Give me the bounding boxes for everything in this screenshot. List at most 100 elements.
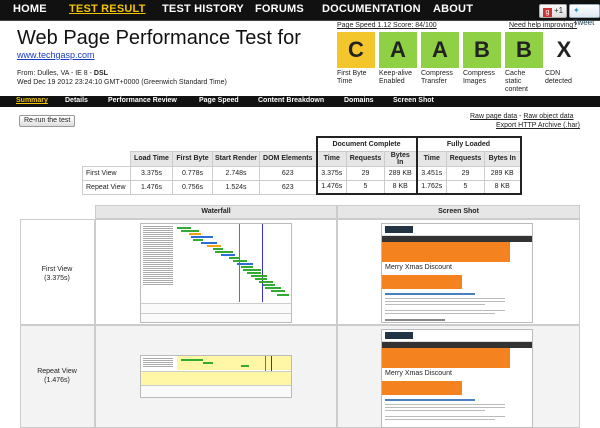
tab-summary[interactable]: Summary	[16, 97, 48, 104]
page-title: Web Page Performance Test for	[17, 27, 301, 49]
rerun-test-button[interactable]: Re-run the test	[19, 115, 76, 127]
table-cell: 289 KB	[484, 165, 522, 181]
screenshot-header: Screen Shot	[337, 205, 580, 219]
col-full-time: Time	[415, 150, 447, 167]
need-help-link[interactable]: Need help improving?	[509, 22, 577, 29]
nav-home[interactable]: HOME	[13, 3, 47, 15]
grade-label-cdn: CDN detected	[545, 70, 572, 85]
table-cell: 5	[446, 179, 485, 195]
col-first-byte: First Byte	[172, 150, 213, 167]
repeat-view-label: Repeat View (1.476s)	[20, 367, 94, 385]
grade-label-keep-alive: Keep-alive Enabled	[379, 70, 413, 85]
table-cell: 8 KB	[484, 179, 522, 195]
waterfall-url-list	[143, 358, 173, 368]
row-label-first-view: First View	[82, 165, 131, 181]
repeat-view-title: Repeat View	[37, 368, 77, 375]
tab-page-speed[interactable]: Page Speed	[199, 97, 239, 104]
repeat-view-waterfall-thumbnail[interactable]	[140, 355, 292, 398]
tab-content-breakdown[interactable]: Content Breakdown	[258, 97, 324, 104]
top-nav: HOME TEST RESULT TEST HISTORY FORUMS DOC…	[0, 0, 600, 27]
table-cell: 2.748s	[212, 165, 260, 181]
table-row: First View 3.375s 0.778s 2.748s 623 3.37…	[82, 165, 522, 181]
first-view-title: First View	[41, 266, 73, 273]
nav-about[interactable]: ABOUT	[433, 3, 473, 15]
table-cell: 1.524s	[212, 179, 260, 195]
grade-label-compress-images: Compress Images	[463, 70, 495, 85]
tab-details[interactable]: Details	[65, 97, 88, 104]
col-doc-time: Time	[315, 150, 347, 167]
grade-first-byte[interactable]: C	[337, 32, 375, 68]
first-view-waterfall-thumbnail[interactable]	[140, 223, 292, 323]
table-cell: 0.756s	[172, 179, 213, 195]
grade-cdn[interactable]: X	[545, 32, 583, 68]
grade-label-first-byte: First Byte Time	[337, 70, 367, 85]
col-start-render: Start Render	[212, 150, 260, 167]
raw-data-links: Raw page data - Raw object data	[470, 113, 574, 120]
table-cell: 3.375s	[130, 165, 173, 181]
tab-domains[interactable]: Domains	[344, 97, 374, 104]
col-doc-requests: Requests	[346, 150, 385, 167]
from-location: Dulles, VA	[37, 70, 70, 77]
screenshot-caption: Merry Xmas Discount	[385, 370, 452, 377]
table-cell: 29	[346, 165, 385, 181]
nav-documentation[interactable]: DOCUMENTATION	[322, 3, 421, 15]
table-cell: 3.375s	[315, 165, 347, 181]
test-date: Wed Dec 19 2012 23:24:10 GMT+0000 (Green…	[17, 79, 227, 86]
table-cell: 1.476s	[130, 179, 173, 195]
table-row: Repeat View 1.476s 0.756s 1.524s 623 1.4…	[82, 179, 522, 195]
row-label-repeat-view: Repeat View	[82, 179, 131, 195]
first-view-screenshot-thumbnail[interactable]: Merry Xmas Discount	[381, 223, 533, 323]
table-cell: 1.476s	[315, 179, 347, 195]
table-cell: 623	[259, 165, 317, 181]
waterfall-header: Waterfall	[95, 205, 337, 219]
tested-site-link[interactable]: www.techgasp.com	[17, 50, 95, 60]
col-full-bytes: Bytes In	[484, 150, 522, 167]
tab-screen-shot[interactable]: Screen Shot	[393, 97, 434, 104]
grade-label-cache-static: Cache static content	[505, 70, 528, 93]
col-doc-bytes: Bytes In	[384, 150, 417, 167]
first-view-time: (3.375s)	[44, 275, 70, 282]
table-cell: 1.762s	[415, 179, 447, 195]
pagespeed-score-link[interactable]: Page Speed 1.12 Score: 84/100	[337, 22, 437, 29]
table-cell: 29	[446, 165, 485, 181]
grade-label-compress-transfer: Compress Transfer	[421, 70, 453, 85]
table-cell: 8 KB	[384, 179, 417, 195]
fully-loaded-header: Fully Loaded	[415, 136, 522, 152]
col-load-time: Load Time	[130, 150, 173, 167]
grade-keep-alive[interactable]: A	[379, 32, 417, 68]
document-complete-header: Document Complete	[315, 136, 418, 152]
raw-object-data-link[interactable]: Raw object data	[523, 113, 573, 120]
grade-compress-images[interactable]: B	[463, 32, 501, 68]
site-logo	[385, 332, 413, 339]
test-location: From: Dulles, VA - IE 8 - DSL	[17, 70, 108, 77]
tab-performance-review[interactable]: Performance Review	[108, 97, 177, 104]
waterfall-url-list	[143, 226, 173, 286]
twitter-bird-icon: ✦	[573, 6, 580, 15]
table-cell: 623	[259, 179, 317, 195]
first-view-label: First View (3.375s)	[20, 265, 94, 283]
table-cell: 0.778s	[172, 165, 213, 181]
nav-test-history[interactable]: TEST HISTORY	[162, 3, 244, 15]
export-har-link[interactable]: Export HTTP Archive (.har)	[496, 122, 580, 129]
google-plus-label: +1	[554, 6, 564, 15]
tweet-button[interactable]: ✦ Tweet	[569, 4, 600, 27]
from-prefix: From:	[17, 70, 38, 77]
google-plus-icon: g	[543, 8, 552, 17]
grade-cache-static[interactable]: B	[505, 32, 543, 68]
nav-forums[interactable]: FORUMS	[255, 3, 304, 15]
from-browser: - IE 8 -	[69, 70, 94, 77]
col-dom-elements: DOM Elements	[259, 150, 317, 167]
table-cell: 289 KB	[384, 165, 417, 181]
from-connection: DSL	[93, 70, 108, 77]
table-cell: 3.451s	[415, 165, 447, 181]
raw-page-data-link[interactable]: Raw page data	[470, 113, 517, 120]
nav-test-result[interactable]: TEST RESULT	[69, 3, 146, 15]
results-table: Document Complete Fully Loaded Load Time…	[82, 136, 522, 195]
repeat-view-time: (1.476s)	[44, 377, 70, 384]
grade-compress-transfer[interactable]: A	[421, 32, 459, 68]
site-logo	[385, 226, 413, 233]
col-full-requests: Requests	[446, 150, 485, 167]
repeat-view-screenshot-thumbnail[interactable]: Merry Xmas Discount	[381, 329, 533, 428]
screenshot-caption: Merry Xmas Discount	[385, 264, 452, 271]
google-plus-button[interactable]: g +1	[539, 4, 568, 18]
